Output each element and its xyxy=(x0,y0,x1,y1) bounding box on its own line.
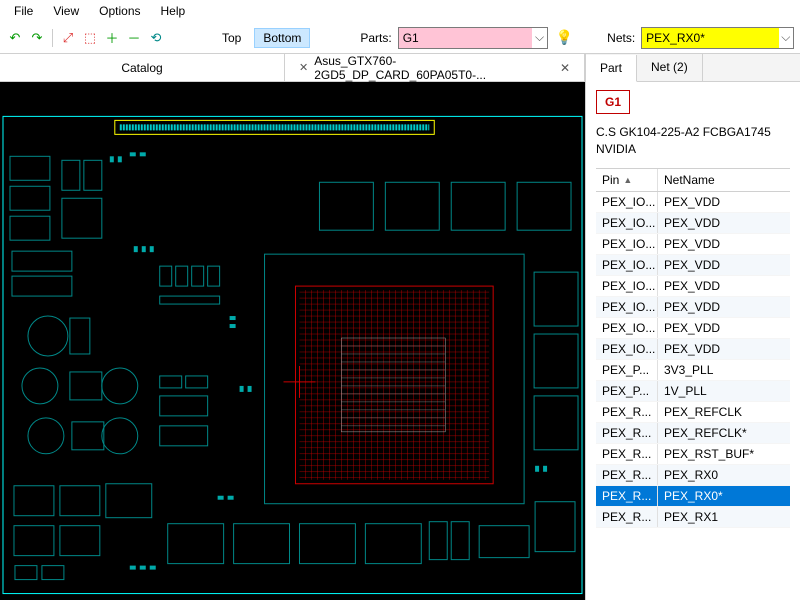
pin-cell: PEX_R... xyxy=(596,507,658,527)
refresh-icon[interactable]: ⟲ xyxy=(147,29,165,47)
pin-row[interactable]: PEX_R...PEX_REFCLK xyxy=(596,402,790,423)
zoom-region-icon[interactable]: ⬚ xyxy=(81,29,99,47)
pin-table[interactable]: Pin▲ NetName PEX_IO...PEX_VDDPEX_IO...PE… xyxy=(596,168,790,592)
tab-catalog[interactable]: Catalog xyxy=(0,54,285,81)
menu-bar: File View Options Help xyxy=(0,0,800,22)
pin-row[interactable]: PEX_IO...PEX_VDD xyxy=(596,276,790,297)
menu-view[interactable]: View xyxy=(43,2,89,20)
right-pane: Part Net (2) G1 C.S GK104-225-A2 FCBGA17… xyxy=(586,54,800,600)
highlight-icon[interactable]: 💡 xyxy=(556,29,573,46)
pin-cell: PEX_IO... xyxy=(596,213,658,233)
pin-cell: PEX_R... xyxy=(596,423,658,443)
net-cell: PEX_VDD xyxy=(658,276,790,296)
net-cell: PEX_RST_BUF* xyxy=(658,444,790,464)
pin-row[interactable]: PEX_R...PEX_RX1 xyxy=(596,507,790,528)
info-tabs: Part Net (2) xyxy=(586,54,800,82)
layer-top-button[interactable]: Top xyxy=(213,28,250,48)
menu-help[interactable]: Help xyxy=(151,2,196,20)
pin-row[interactable]: PEX_R...PEX_RX0 xyxy=(596,465,790,486)
part-panel: G1 C.S GK104-225-A2 FCBGA1745 NVIDIA Pin… xyxy=(586,82,800,600)
net-cell: PEX_REFCLK* xyxy=(658,423,790,443)
undo-icon[interactable]: ↶ xyxy=(6,29,24,47)
pin-cell: PEX_IO... xyxy=(596,192,658,212)
tab-part[interactable]: Part xyxy=(586,55,637,82)
pcb-viewer[interactable] xyxy=(0,82,585,600)
parts-combo[interactable]: ⌵ xyxy=(398,27,548,49)
layer-bottom-button[interactable]: Bottom xyxy=(254,28,310,48)
pin-row[interactable]: PEX_IO...PEX_VDD xyxy=(596,213,790,234)
left-pane: Catalog ✕ Asus_GTX760-2GD5_DP_CARD_60PA0… xyxy=(0,54,586,600)
pin-cell: PEX_P... xyxy=(596,360,658,380)
pin-row[interactable]: PEX_P...1V_PLL xyxy=(596,381,790,402)
tab-design-file[interactable]: ✕ Asus_GTX760-2GD5_DP_CARD_60PA05T0-... … xyxy=(285,54,585,81)
nets-label: Nets: xyxy=(605,31,637,45)
pin-row[interactable]: PEX_IO...PEX_VDD xyxy=(596,339,790,360)
pin-table-header: Pin▲ NetName xyxy=(596,169,790,192)
net-cell: PEX_REFCLK xyxy=(658,402,790,422)
pin-row[interactable]: PEX_P...3V3_PLL xyxy=(596,360,790,381)
pin-cell: PEX_IO... xyxy=(596,297,658,317)
pin-cell: PEX_IO... xyxy=(596,276,658,296)
chevron-down-icon[interactable]: ⌵ xyxy=(779,30,793,45)
tab-catalog-label: Catalog xyxy=(121,61,162,75)
net-cell: 3V3_PLL xyxy=(658,360,790,380)
parts-label: Parts: xyxy=(358,31,393,45)
pin-row[interactable]: PEX_IO...PEX_VDD xyxy=(596,192,790,213)
chevron-down-icon[interactable]: ⌵ xyxy=(532,30,546,45)
pin-cell: PEX_R... xyxy=(596,444,658,464)
net-cell: PEX_VDD xyxy=(658,318,790,338)
tab-design-file-label: Asus_GTX760-2GD5_DP_CARD_60PA05T0-... xyxy=(314,54,554,82)
pin-cell: PEX_IO... xyxy=(596,255,658,275)
shuffle-icon: ✕ xyxy=(299,61,308,74)
pin-cell: PEX_IO... xyxy=(596,234,658,254)
net-cell: 1V_PLL xyxy=(658,381,790,401)
nets-combo[interactable]: ⌵ xyxy=(641,27,794,49)
pin-row[interactable]: PEX_IO...PEX_VDD xyxy=(596,255,790,276)
net-cell: PEX_VDD xyxy=(658,213,790,233)
pin-cell: PEX_IO... xyxy=(596,318,658,338)
net-cell: PEX_VDD xyxy=(658,339,790,359)
close-icon[interactable]: ✕ xyxy=(560,61,570,75)
sort-asc-icon: ▲ xyxy=(623,175,632,185)
pin-row[interactable]: PEX_IO...PEX_VDD xyxy=(596,297,790,318)
net-cell: PEX_RX0 xyxy=(658,465,790,485)
pin-row[interactable]: PEX_R...PEX_RST_BUF* xyxy=(596,444,790,465)
net-cell: PEX_RX0* xyxy=(658,486,790,506)
redo-icon[interactable]: ↷ xyxy=(28,29,46,47)
pin-row[interactable]: PEX_IO...PEX_VDD xyxy=(596,234,790,255)
pin-row[interactable]: PEX_R...PEX_RX0* xyxy=(596,486,790,507)
pin-cell: PEX_R... xyxy=(596,486,658,506)
zoom-fit-icon[interactable]: ⤢ xyxy=(59,29,77,47)
menu-options[interactable]: Options xyxy=(89,2,150,20)
document-tabs: Catalog ✕ Asus_GTX760-2GD5_DP_CARD_60PA0… xyxy=(0,54,585,82)
net-cell: PEX_VDD xyxy=(658,192,790,212)
zoom-out-icon[interactable]: － xyxy=(125,29,143,47)
part-ref-badge: G1 xyxy=(596,90,630,114)
net-cell: PEX_VDD xyxy=(658,297,790,317)
col-pin[interactable]: Pin▲ xyxy=(596,169,658,191)
parts-input[interactable] xyxy=(399,28,533,48)
pin-cell: PEX_P... xyxy=(596,381,658,401)
menu-file[interactable]: File xyxy=(4,2,43,20)
nets-input[interactable] xyxy=(642,28,778,48)
pin-cell: PEX_R... xyxy=(596,465,658,485)
part-description: C.S GK104-225-A2 FCBGA1745 NVIDIA xyxy=(596,124,790,158)
toolbar: ↶ ↷ ⤢ ⬚ ＋ － ⟲ Top Bottom Parts: ⌵ 💡 Nets… xyxy=(0,22,800,54)
net-cell: PEX_VDD xyxy=(658,255,790,275)
pin-cell: PEX_R... xyxy=(596,402,658,422)
net-cell: PEX_RX1 xyxy=(658,507,790,527)
pcb-canvas[interactable] xyxy=(0,82,585,600)
zoom-in-icon[interactable]: ＋ xyxy=(103,29,121,47)
net-cell: PEX_VDD xyxy=(658,234,790,254)
main-area: Catalog ✕ Asus_GTX760-2GD5_DP_CARD_60PA0… xyxy=(0,54,800,600)
tab-net[interactable]: Net (2) xyxy=(637,54,703,81)
pin-row[interactable]: PEX_R...PEX_REFCLK* xyxy=(596,423,790,444)
pin-row[interactable]: PEX_IO...PEX_VDD xyxy=(596,318,790,339)
col-netname[interactable]: NetName xyxy=(658,169,790,191)
pin-cell: PEX_IO... xyxy=(596,339,658,359)
